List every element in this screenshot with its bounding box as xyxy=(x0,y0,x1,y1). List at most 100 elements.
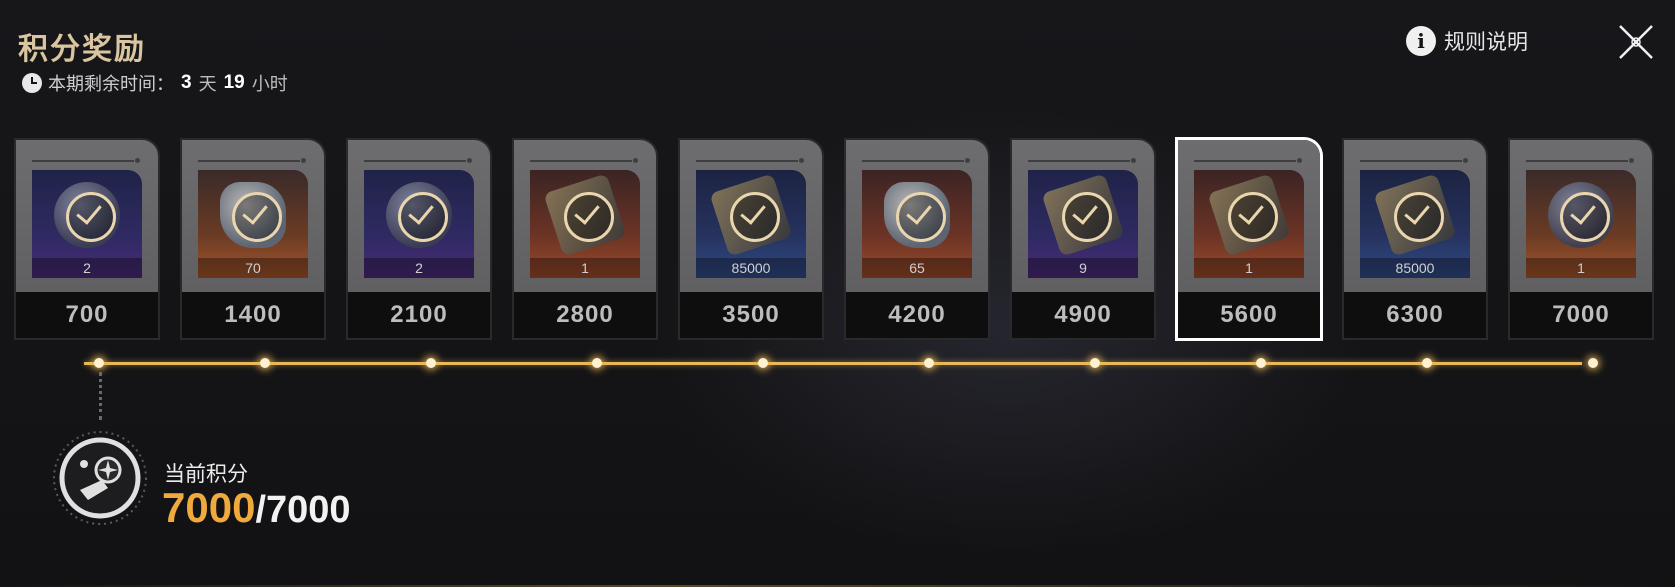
progress-track xyxy=(84,362,1582,365)
reward-item-image: 65 xyxy=(862,170,972,278)
reward-item-image: 85000 xyxy=(1360,170,1470,278)
rules-button[interactable]: i 规则说明 xyxy=(1406,26,1528,56)
progress-node xyxy=(1588,358,1598,368)
reward-card[interactable]: 2 2100 xyxy=(348,140,490,338)
remaining-time: 本期剩余时间： 3 天 19 小时 xyxy=(22,70,288,96)
reward-points: 700 xyxy=(16,292,158,338)
card-decor-line xyxy=(1028,160,1130,162)
reward-points: 7000 xyxy=(1510,292,1652,338)
reward-count: 70 xyxy=(198,258,308,278)
reward-item-image: 1 xyxy=(1194,170,1304,278)
card-decor-dot xyxy=(1629,158,1634,163)
card-decor-line xyxy=(1194,160,1296,162)
reward-item-image: 2 xyxy=(364,170,474,278)
claimed-check-icon xyxy=(1560,192,1610,242)
rules-label: 规则说明 xyxy=(1444,31,1528,54)
reward-card[interactable]: 1 2800 xyxy=(514,140,656,338)
claimed-check-icon xyxy=(896,192,946,242)
reward-points: 6300 xyxy=(1344,292,1486,338)
reward-card[interactable]: 70 1400 xyxy=(182,140,324,338)
reward-points: 4200 xyxy=(846,292,988,338)
reward-card[interactable]: 1 5600 xyxy=(1178,140,1320,338)
page-title: 积分奖励 xyxy=(18,33,146,66)
card-decor-dot xyxy=(965,158,970,163)
timer-hours: 19 xyxy=(223,72,245,93)
reward-count: 85000 xyxy=(1360,258,1470,278)
progress-node xyxy=(260,358,270,368)
progress-node xyxy=(1090,358,1100,368)
claimed-check-icon xyxy=(1394,192,1444,242)
card-decor-dot xyxy=(1131,158,1136,163)
progress-connector xyxy=(99,372,102,420)
info-icon: i xyxy=(1406,26,1436,56)
reward-item-image: 70 xyxy=(198,170,308,278)
card-decor-dot xyxy=(467,158,472,163)
claimed-check-icon xyxy=(730,192,780,242)
reward-points: 5600 xyxy=(1178,292,1320,338)
reward-count: 1 xyxy=(1194,258,1304,278)
claimed-check-icon xyxy=(398,192,448,242)
close-button[interactable] xyxy=(1616,22,1656,62)
card-decor-line xyxy=(364,160,466,162)
reward-points: 2100 xyxy=(348,292,490,338)
timer-days-unit: 天 xyxy=(198,74,217,94)
reward-count: 85000 xyxy=(696,258,806,278)
timer-hours-unit: 小时 xyxy=(251,74,288,94)
reward-count: 65 xyxy=(862,258,972,278)
card-decor-dot xyxy=(301,158,306,163)
card-decor-line xyxy=(1360,160,1462,162)
card-decor-dot xyxy=(1297,158,1302,163)
reward-card[interactable]: 65 4200 xyxy=(846,140,988,338)
score-badge-icon xyxy=(52,430,148,526)
reward-item-image: 85000 xyxy=(696,170,806,278)
reward-item-image: 1 xyxy=(1526,170,1636,278)
claimed-check-icon xyxy=(66,192,116,242)
reward-points: 3500 xyxy=(680,292,822,338)
reward-card[interactable]: 9 4900 xyxy=(1012,140,1154,338)
progress-node xyxy=(94,358,104,368)
card-decor-line xyxy=(530,160,632,162)
reward-card[interactable]: 85000 6300 xyxy=(1344,140,1486,338)
reward-card[interactable]: 85000 3500 xyxy=(680,140,822,338)
reward-item-image: 9 xyxy=(1028,170,1138,278)
reward-points: 4900 xyxy=(1012,292,1154,338)
current-score-value: 7000 xyxy=(162,484,256,531)
claimed-check-icon xyxy=(1062,192,1112,242)
timer-days: 3 xyxy=(181,72,192,93)
progress-node xyxy=(592,358,602,368)
reward-item-image: 2 xyxy=(32,170,142,278)
clock-icon xyxy=(22,73,42,93)
reward-count: 1 xyxy=(1526,258,1636,278)
reward-count: 2 xyxy=(32,258,142,278)
card-decor-line xyxy=(862,160,964,162)
reward-points: 1400 xyxy=(182,292,324,338)
timer-label: 本期剩余时间： xyxy=(48,74,174,94)
progress-node xyxy=(758,358,768,368)
reward-count: 9 xyxy=(1028,258,1138,278)
card-decor-dot xyxy=(633,158,638,163)
card-decor-line xyxy=(32,160,134,162)
card-decor-dot xyxy=(1463,158,1468,163)
reward-count: 2 xyxy=(364,258,474,278)
reward-points: 2800 xyxy=(514,292,656,338)
progress-node xyxy=(924,358,934,368)
claimed-check-icon xyxy=(1228,192,1278,242)
reward-count: 1 xyxy=(530,258,640,278)
score-reward-panel: 积分奖励 本期剩余时间： 3 天 19 小时 i 规则说明 2 700 70 1400… xyxy=(0,0,1675,587)
reward-card[interactable]: 1 7000 xyxy=(1510,140,1652,338)
claimed-check-icon xyxy=(564,192,614,242)
close-icon xyxy=(1619,25,1653,59)
score-separator: / xyxy=(255,489,266,531)
claimed-check-icon xyxy=(232,192,282,242)
reward-item-image: 1 xyxy=(530,170,640,278)
progress-node xyxy=(426,358,436,368)
current-score: 7000/7000 xyxy=(162,484,351,532)
reward-card[interactable]: 2 700 xyxy=(16,140,158,338)
card-decor-line xyxy=(198,160,300,162)
card-decor-line xyxy=(696,160,798,162)
card-decor-dot xyxy=(135,158,140,163)
progress-node xyxy=(1256,358,1266,368)
card-decor-line xyxy=(1526,160,1628,162)
progress-node xyxy=(1422,358,1432,368)
card-decor-dot xyxy=(799,158,804,163)
